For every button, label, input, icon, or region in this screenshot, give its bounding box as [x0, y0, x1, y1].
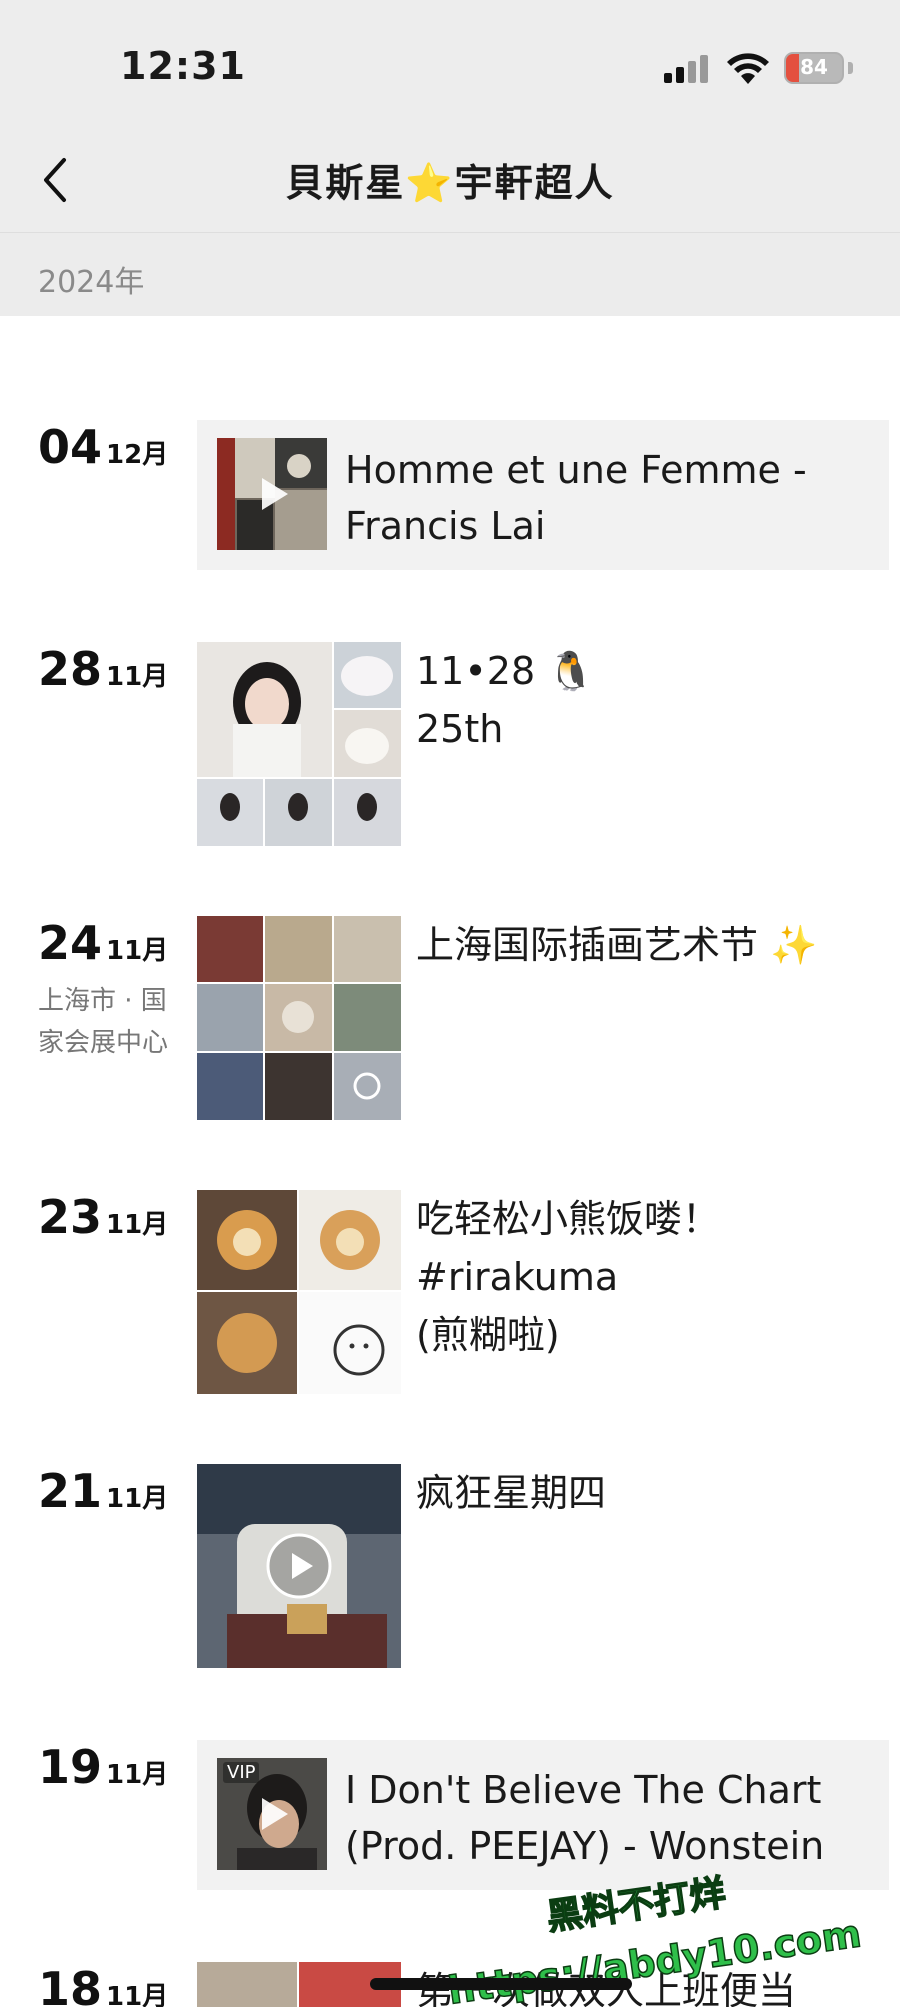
- photo-thumbnail-grid[interactable]: [197, 916, 401, 1120]
- music-share-card[interactable]: Homme et une Femme - Francis Lai: [197, 420, 889, 570]
- title-name-part2: 宇軒超人: [454, 161, 615, 205]
- entry-month: 11月: [106, 1210, 169, 1240]
- entry-day: 21: [38, 1464, 103, 1518]
- entry-day: 18: [38, 1962, 103, 2007]
- entry-month: 12月: [106, 440, 169, 470]
- entry-location[interactable]: 上海市 · 国家会展中心: [38, 980, 168, 1064]
- vip-badge: VIP: [223, 1762, 260, 1783]
- page-title: 貝斯星⭐宇軒超人: [0, 152, 900, 207]
- entry-day: 24: [38, 916, 103, 970]
- music-cover-image: VIP: [217, 1758, 327, 1870]
- entry-date: 19 11月: [38, 1740, 168, 1794]
- entry-date: 18 11月: [38, 1962, 168, 2007]
- play-icon[interactable]: [252, 474, 292, 514]
- top-bar: 12:31 84 貝斯星⭐宇軒超人: [0, 0, 900, 232]
- music-cover-image: [217, 438, 327, 550]
- play-icon[interactable]: [265, 1532, 333, 1600]
- entry-date: 24 11月: [38, 916, 168, 970]
- photo-thumbnail-grid[interactable]: [197, 642, 401, 846]
- entry-date: 21 11月: [38, 1464, 168, 1518]
- home-indicator: [370, 1978, 632, 1990]
- post-text-line: 疯狂星期四: [416, 1471, 607, 1515]
- timeline-entry: 24 11月 上海市 · 国家会展中心 上海国际插画艺术节 ✨: [0, 916, 900, 1122]
- year-header: 2024年: [0, 232, 900, 316]
- battery-tip: [848, 62, 853, 74]
- entry-month: 11月: [106, 1484, 169, 1514]
- entry-month: 11月: [106, 1760, 169, 1790]
- entry-month: 11月: [106, 1982, 169, 2007]
- timeline-entry: 23 11月 吃轻松小熊饭喽！ #rirakuma (煎糊啦): [0, 1190, 900, 1396]
- battery-icon: 84: [784, 52, 844, 84]
- post-text-line: 吃轻松小熊饭喽！: [416, 1197, 721, 1241]
- cellular-signal-icon: [664, 55, 708, 83]
- timeline-entry: 04 12月 Homme et une Femme - Francis Lai: [0, 420, 900, 570]
- watermark-line1: 黑料不打烊: [544, 1873, 728, 1939]
- entry-day: 19: [38, 1740, 103, 1794]
- entry-month: 11月: [106, 936, 169, 966]
- post-text-line: 上海国际插画艺术节 ✨: [416, 923, 818, 967]
- entry-day: 23: [38, 1190, 103, 1244]
- video-thumbnail[interactable]: [197, 1464, 401, 1668]
- entry-day: 04: [38, 420, 103, 474]
- year-label: 2024年: [38, 265, 145, 300]
- entry-month: 11月: [106, 662, 169, 692]
- post-text-line: 25th: [416, 707, 504, 751]
- status-time: 12:31: [120, 44, 246, 88]
- music-title: Homme et une Femme - Francis Lai: [345, 448, 807, 548]
- entry-day: 28: [38, 642, 103, 696]
- photo-thumbnail-grid[interactable]: [197, 1190, 401, 1394]
- wifi-icon: [727, 53, 769, 84]
- post-text-line: 11•28 🐧: [416, 649, 595, 693]
- star-icon: ⭐: [405, 161, 455, 205]
- entry-date: 04 12月: [38, 420, 168, 474]
- post-text-line: (煎糊啦): [416, 1313, 560, 1357]
- post-text: 疯狂星期四: [416, 1464, 880, 1522]
- entry-date: 23 11月: [38, 1190, 168, 1244]
- play-icon[interactable]: [252, 1794, 292, 1834]
- timeline-entry: 21 11月 疯狂星期四: [0, 1464, 900, 1670]
- post-text-line: #rirakuma: [416, 1255, 619, 1299]
- post-text: 11•28 🐧 25th: [416, 642, 880, 758]
- post-text: 上海国际插画艺术节 ✨: [416, 916, 880, 974]
- entry-date: 28 11月: [38, 642, 168, 696]
- watermark-line2: https://abdy10.com: [445, 1911, 864, 2006]
- album-page: 12:31 84 貝斯星⭐宇軒超人 2024年 04 12月 Homme et …: [0, 0, 900, 2007]
- battery-percent: 84: [800, 55, 828, 79]
- timeline-entry: 28 11月 11•28 🐧 25th: [0, 642, 900, 848]
- post-text: 吃轻松小熊饭喽！ #rirakuma (煎糊啦): [416, 1190, 880, 1364]
- title-name-part1: 貝斯星: [285, 161, 406, 205]
